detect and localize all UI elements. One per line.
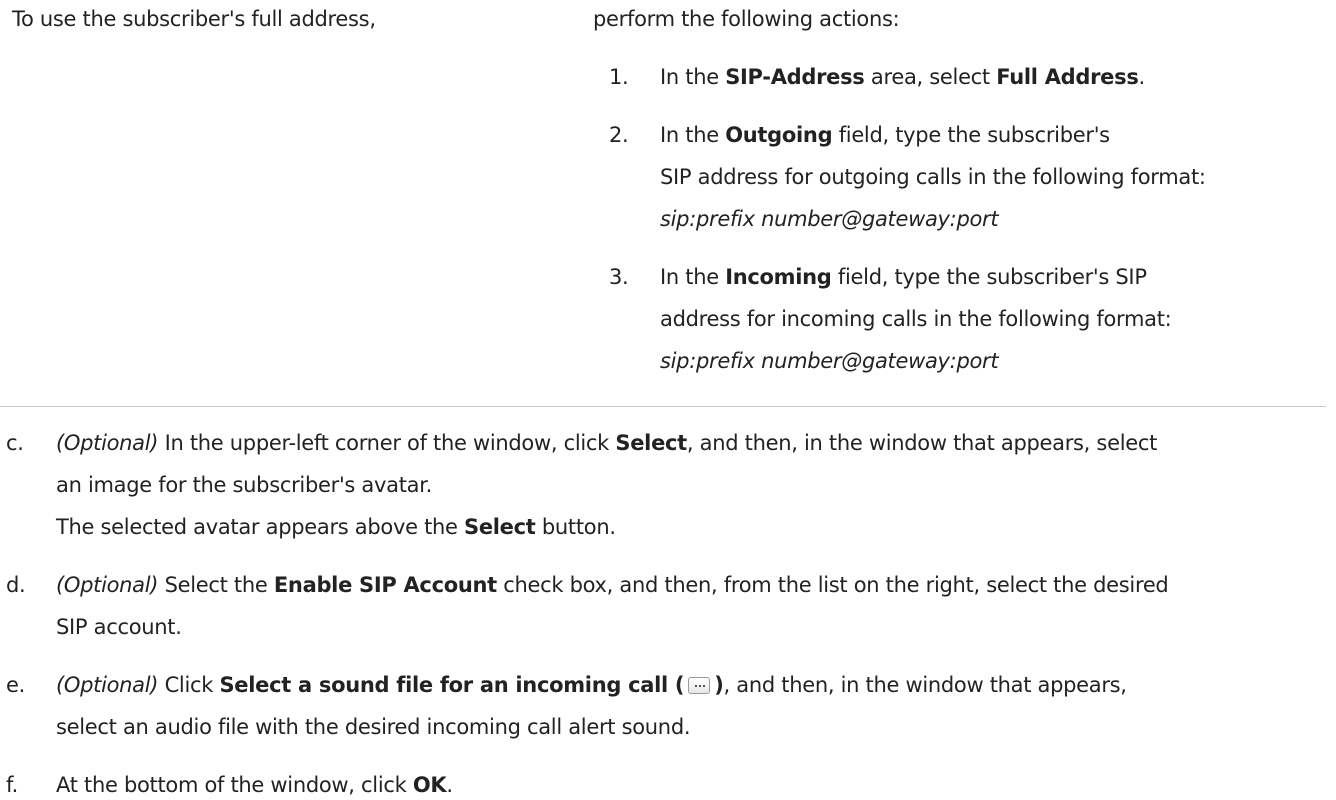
item-d-line-1: (Optional) Select the Enable SIP Account… [56, 573, 1169, 597]
item-f-line-1: At the bottom of the window, click OK. [56, 773, 453, 797]
select-term: Select [615, 431, 687, 455]
table-divider [0, 406, 1326, 407]
select-term: Select [464, 515, 536, 539]
step-number: 1. [609, 65, 629, 89]
item-c-line-2: an image for the subscriber's avatar. [56, 473, 432, 497]
outgoing-term: Outgoing [725, 123, 833, 147]
enable-sip-account-term: Enable SIP Account [273, 573, 497, 597]
incoming-format: sip:prefix number@gateway:port [660, 349, 999, 373]
item-c-line-1: (Optional) In the upper-left corner of t… [56, 431, 1158, 455]
optional-label: (Optional) [56, 431, 159, 455]
item-d-line-2: SIP account. [56, 615, 182, 639]
optional-label: (Optional) [56, 673, 159, 697]
select-sound-file-term: Select a sound file for an incoming call… [219, 673, 685, 697]
optional-label: (Optional) [56, 573, 159, 597]
item-c-line-3: The selected avatar appears above the Se… [56, 515, 616, 539]
full-address-term: Full Address [996, 65, 1139, 89]
item-e-line-1: (Optional) Click Select a sound file for… [56, 673, 1127, 697]
step-number: 3. [609, 265, 629, 289]
step-number: 2. [609, 123, 629, 147]
item-letter: f. [6, 773, 18, 797]
item-e-line-2: select an audio file with the desired in… [56, 715, 691, 739]
outgoing-format: sip:prefix number@gateway:port [660, 207, 999, 231]
incoming-term: Incoming [725, 265, 832, 289]
condition-text: To use the subscriber's full address, [12, 7, 376, 31]
step-2-line-2: SIP address for outgoing calls in the fo… [660, 165, 1206, 189]
action-intro-text: perform the following actions: [593, 7, 900, 31]
item-letter: e. [6, 673, 25, 697]
step-2-line-1: In the Outgoing field, type the subscrib… [660, 123, 1110, 147]
ok-term: OK [412, 773, 447, 797]
step-3-line-1: In the Incoming field, type the subscrib… [660, 265, 1147, 289]
step-3-line-2: address for incoming calls in the follow… [660, 307, 1172, 331]
ellipsis-button-icon [688, 677, 711, 694]
item-letter: c. [6, 431, 24, 455]
sip-address-term: SIP-Address [725, 65, 865, 89]
step-1-text: In the SIP-Address area, select Full Add… [660, 65, 1145, 89]
item-letter: d. [6, 573, 26, 597]
